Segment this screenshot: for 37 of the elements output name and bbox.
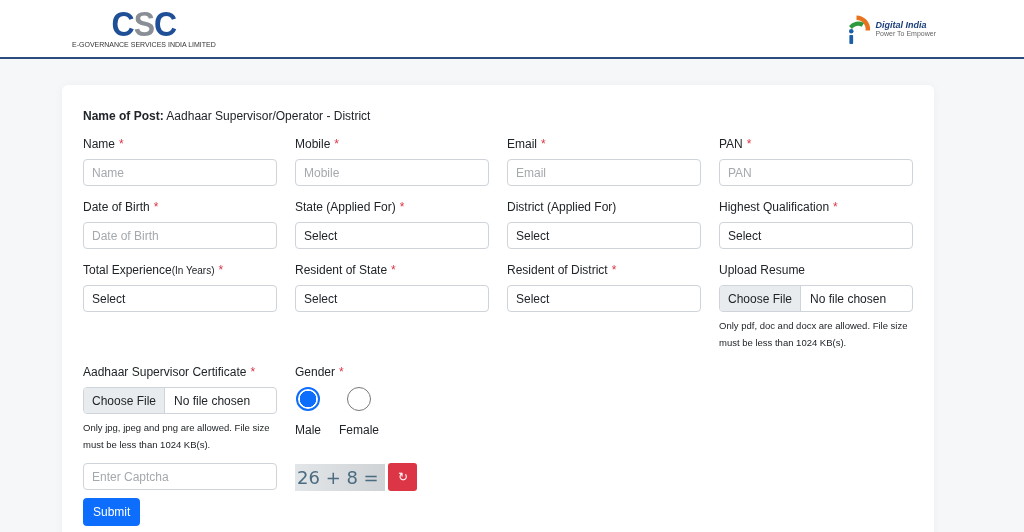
captcha-field[interactable]: Enter Captcha [83,463,277,490]
field-label: Name * [83,137,125,151]
select-dropdown[interactable]: Select [507,222,701,249]
field-label: Upload Resume [719,263,807,277]
field-label: Aadhaar Supervisor Certificate * [83,365,257,379]
field-label: Gender * [295,365,345,379]
input-field[interactable]: Date of Birth [83,222,277,249]
input-field[interactable]: Mobile [295,159,489,186]
file-input[interactable]: Choose File No file chosen [83,387,277,414]
submit-button[interactable]: Submit [83,498,141,526]
captcha-image: 26 + 8 = [295,463,385,491]
field-label: District (Applied For) [507,200,618,214]
help-text: Only jpg, jpeg and png are allowed. File size must be less than 1024 KB(s). [83,421,271,452]
select-dropdown[interactable]: Select [295,222,489,249]
radio-button[interactable] [296,387,320,411]
file-input[interactable]: Choose File No file chosen [719,285,913,312]
help-text: Only pdf, doc and docx are allowed. File size must be less than 1024 KB(s). [719,319,909,350]
field-label: PAN * [719,137,753,151]
select-dropdown[interactable]: Select [83,285,277,312]
field-label: Total Experience(In Years) * [83,263,225,277]
select-dropdown[interactable]: Select [719,222,913,249]
field-label: State (Applied For) * [295,200,406,214]
input-field[interactable]: PAN [719,159,913,186]
input-field[interactable]: Name [83,159,277,186]
field-label: Highest Qualification * [719,200,839,214]
select-dropdown[interactable]: Select [295,285,489,312]
post-title: Name of Post: Aadhaar Supervisor/Operator - District [83,109,372,123]
radio-label: Female [339,423,380,437]
input-field[interactable]: Email [507,159,701,186]
field-label: Resident of State * [295,263,397,277]
field-label: Mobile * [295,137,341,151]
field-label: Date of Birth * [83,200,160,214]
field-label: Email * [507,137,547,151]
radio-label: Male [295,423,321,437]
select-dropdown[interactable]: Select [507,285,701,312]
refresh-button[interactable]: ↻ [388,463,417,491]
field-label: Resident of District * [507,263,618,277]
